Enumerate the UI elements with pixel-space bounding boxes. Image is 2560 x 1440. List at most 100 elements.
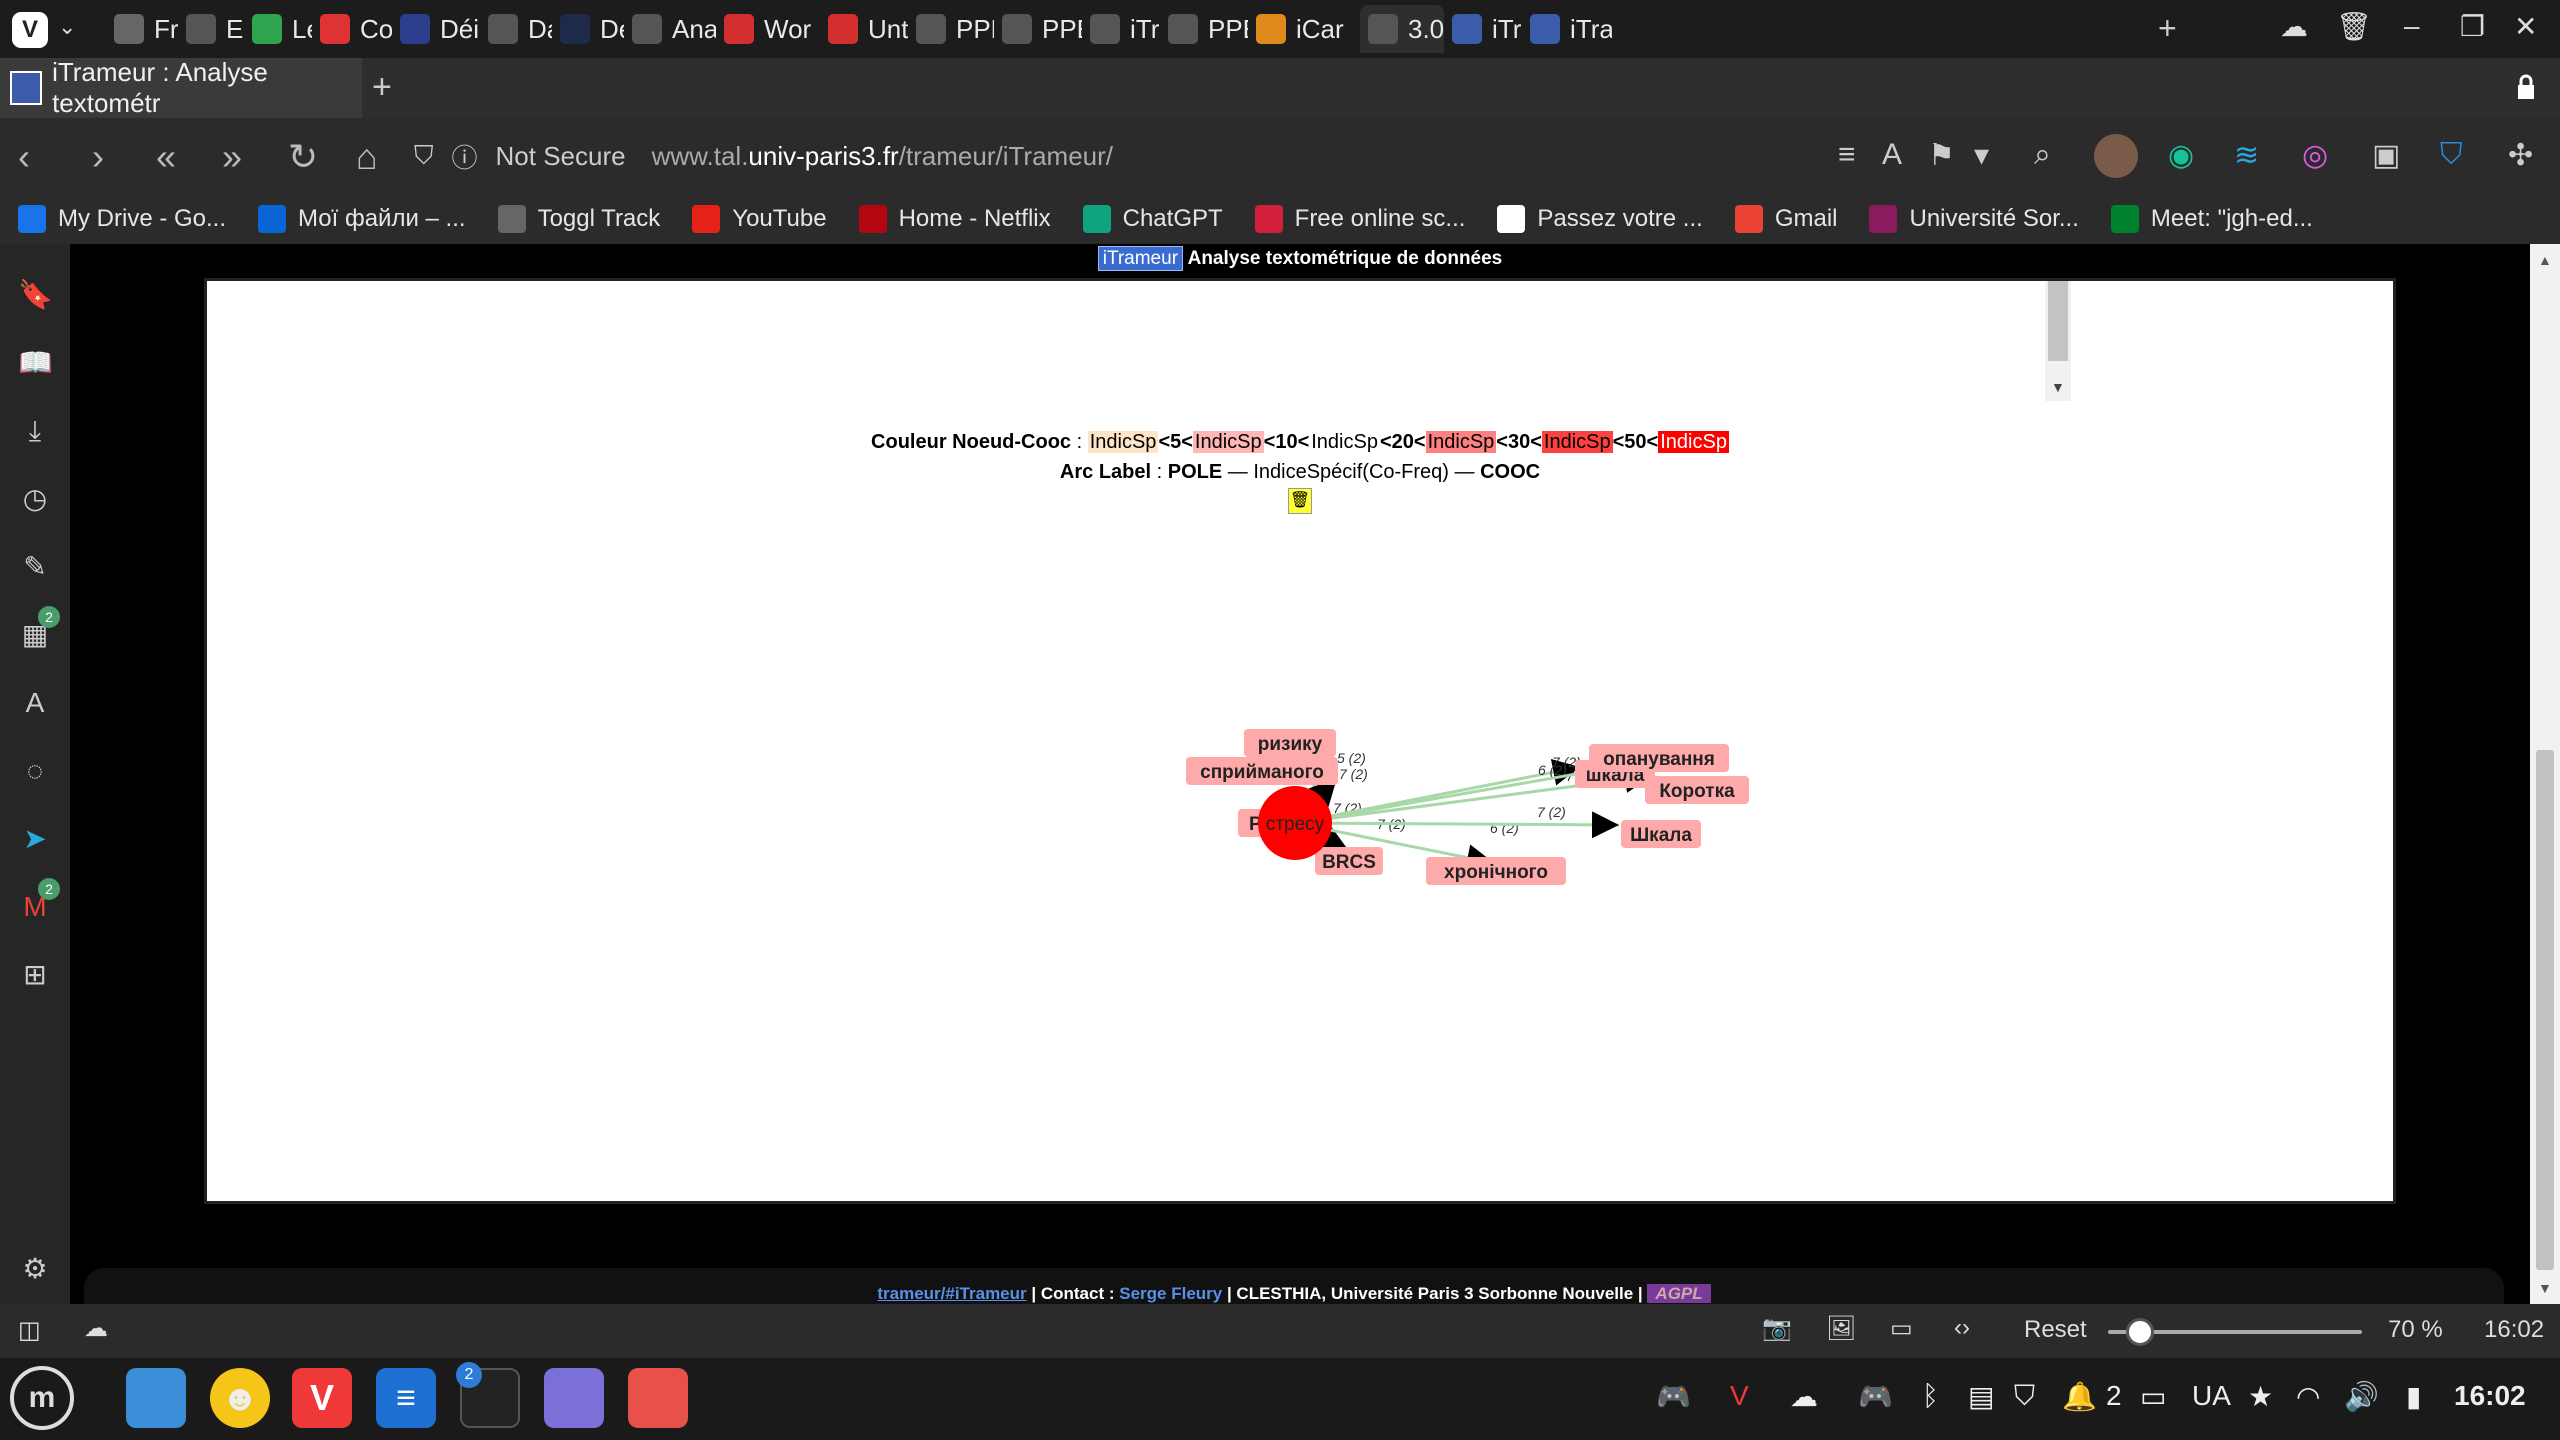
zoom-slider[interactable] (2108, 1318, 2362, 1346)
discord-tray-icon[interactable]: 🎮 (1858, 1380, 1893, 1413)
chevron-down-icon[interactable]: ▾ (1974, 138, 1989, 173)
capture-camera-icon[interactable]: 📷 (1762, 1314, 1792, 1343)
bookmark-item[interactable]: ChatGPT (1082, 205, 1223, 233)
browser-tab[interactable]: Data (480, 5, 552, 53)
discord-icon[interactable]: 🎮 (1656, 1380, 1691, 1413)
browser-tab[interactable]: Wor (716, 5, 819, 53)
zoom-slider-knob[interactable] (2126, 1318, 2154, 1346)
bookmark-item[interactable]: Meet: "jgh-ed... (2110, 205, 2313, 233)
trash-icon[interactable]: 🗑 (2336, 10, 2372, 43)
browser-tab[interactable]: iTra (1082, 5, 1160, 53)
chat-icon[interactable]: ◌ (18, 754, 52, 788)
trameur-link[interactable]: trameur/#iTrameur (877, 1284, 1026, 1303)
keyboard-layout[interactable]: UA (2192, 1380, 2231, 1412)
address-bar[interactable]: ⛉ ⓘ Not Secure www.tal.univ-paris3.fr/tr… (414, 130, 2004, 182)
sync-cloud-icon[interactable]: ☁ (84, 1314, 108, 1343)
browser-tab[interactable]: PPE (1160, 5, 1248, 53)
graph-node[interactable]: BRCS (1315, 847, 1383, 875)
add-panel-icon[interactable]: ⊞ (18, 958, 52, 992)
notes-icon[interactable]: ✎ (18, 550, 52, 584)
graph-node[interactable]: опанування (1589, 744, 1729, 772)
bookmark-item[interactable]: Gmail (1734, 205, 1837, 233)
browser-tab[interactable]: iCar (1248, 5, 1352, 53)
browser-tab[interactable]: Cou (312, 5, 392, 53)
page-scrollbar[interactable]: ▲ ▼ (2530, 244, 2560, 1304)
search-icon[interactable]: ⌕ (2034, 138, 2051, 172)
bookmark-item[interactable]: Мої файли – ... (258, 205, 466, 233)
translate-icon[interactable]: A (1882, 138, 1902, 172)
clipboard-icon[interactable]: ▤ (1968, 1380, 1994, 1413)
bookmarks-panel-icon[interactable]: 🔖 (18, 278, 53, 312)
tab-itrameur[interactable]: iTrameur : Analyse textométr (0, 57, 362, 118)
browser-tab[interactable]: Dee (552, 5, 624, 53)
bookmark-item[interactable]: Home - Netflix (858, 205, 1051, 233)
bookmark-item[interactable]: Toggl Track (497, 205, 660, 233)
battery-icon[interactable]: ▮ (2406, 1380, 2421, 1413)
graph-center-node[interactable]: стресу (1258, 786, 1332, 860)
browser-tab[interactable]: iTra (1444, 5, 1522, 53)
graph-node[interactable]: Коротка (1645, 776, 1749, 804)
emoji-app-icon[interactable]: ☻ (210, 1368, 270, 1428)
browser-tab[interactable]: PPE (908, 5, 994, 53)
extensions-puzzle-icon[interactable]: ✣ (2508, 138, 2533, 173)
scroll-down-arrow[interactable]: ▼ (2538, 1280, 2552, 1296)
new-tab-button[interactable]: + (2158, 10, 2177, 47)
zoom-reset-button[interactable]: Reset (2024, 1316, 2087, 1344)
graph-node[interactable]: Шкала (1621, 820, 1701, 848)
bookmark-icon[interactable]: ⚑ (1928, 138, 1955, 173)
reload-button[interactable]: ↻ (288, 136, 318, 178)
color-picker-icon[interactable]: ◎ (2302, 138, 2328, 173)
vpn-shield-icon[interactable]: ⛉ (2440, 138, 2463, 172)
bookmark-item[interactable]: YouTube (692, 205, 827, 233)
translate-panel-icon[interactable]: A (18, 686, 52, 720)
cloud-icon[interactable]: ☁ (2280, 10, 2308, 43)
grammarly-icon[interactable]: ◉ (2168, 138, 2194, 173)
notes-app-icon[interactable] (544, 1368, 604, 1428)
fast-forward-button[interactable]: » (222, 136, 242, 178)
browser-tab[interactable]: PPE (994, 5, 1082, 53)
graph-edge[interactable] (1294, 811, 1620, 839)
shield-tray-icon[interactable]: ⛉ (2014, 1380, 2035, 1413)
dev-tools-icon[interactable]: ‹› (1954, 1314, 1970, 1342)
profile-avatar[interactable] (2094, 134, 2138, 178)
mint-menu-icon[interactable]: m (10, 1366, 74, 1430)
minimize-button[interactable]: – (2404, 10, 2420, 42)
settings-gear-icon[interactable]: ⚙ (18, 1252, 52, 1286)
home-button[interactable]: ⌂ (356, 136, 378, 178)
text-editor-app-icon[interactable]: ≡ (376, 1368, 436, 1428)
downloads-icon[interactable]: ⤓ (18, 414, 52, 448)
cloud-tray-icon[interactable]: ☁ (1790, 1380, 1818, 1413)
browser-tab[interactable]: Free (106, 5, 178, 53)
bookmark-item[interactable]: Free online sc... (1254, 205, 1465, 233)
browser-tab[interactable]: Ana (624, 5, 716, 53)
image-viewer-app-icon[interactable] (628, 1368, 688, 1428)
window-icon[interactable]: ▣ (2372, 138, 2400, 173)
document-tray-icon[interactable]: ▭ (2140, 1380, 2166, 1413)
bookmark-item[interactable]: Université Sor... (1869, 205, 2079, 233)
itrameur-logo[interactable]: iTrameur (1097, 246, 1184, 271)
forward-button[interactable]: › (92, 136, 104, 178)
scroll-up-arrow[interactable]: ▲ (2538, 252, 2552, 268)
browser-tab[interactable]: Déic (392, 5, 480, 53)
browser-tab[interactable]: EGF (178, 5, 244, 53)
star-icon[interactable]: ★ (2248, 1380, 2273, 1413)
notifications-icon[interactable]: 🔔 (2062, 1380, 2097, 1413)
graph-node[interactable]: сприйманого (1186, 757, 1338, 785)
volume-icon[interactable]: 🔊 (2344, 1380, 2379, 1413)
files-app-icon[interactable] (126, 1368, 186, 1428)
browser-tab[interactable]: iTra (1522, 5, 1612, 53)
vivaldi-menu-button[interactable]: V (12, 12, 48, 48)
back-button[interactable]: ‹ (18, 136, 30, 178)
images-icon[interactable]: 🖼 (1826, 1314, 1856, 1343)
bookmark-item[interactable]: Passez votre ... (1497, 205, 1703, 233)
graph-node[interactable]: ризику (1244, 729, 1336, 757)
history-icon[interactable]: ◷ (18, 482, 52, 516)
browser-tab[interactable]: Unti (820, 5, 908, 53)
reader-view-icon[interactable]: ≡ (1838, 138, 1856, 172)
vivaldi-app-icon[interactable]: V (292, 1368, 352, 1428)
tiling-icon[interactable]: ▭ (1890, 1314, 1913, 1343)
agpl-logo[interactable]: AGPL (1647, 1284, 1711, 1303)
contact-link[interactable]: Serge Fleury (1119, 1284, 1222, 1303)
telegram-icon[interactable]: ➤ (18, 822, 52, 856)
add-tab-button[interactable]: + (372, 68, 392, 107)
